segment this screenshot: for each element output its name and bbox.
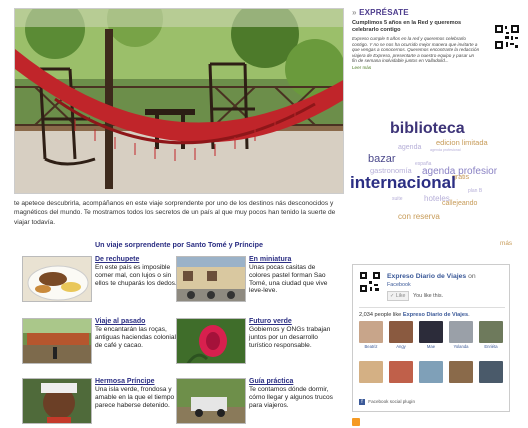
food-thumbnail-image — [23, 257, 91, 301]
article-item[interactable]: Futuro verde Gobiernos y ONGs trabajan j… — [176, 318, 346, 376]
thumbs-up-icon: ✓ — [390, 293, 395, 299]
fb-fan-name[interactable]: Beatriz — [359, 344, 383, 349]
expresate-panel: » EXPRÉSATE Cumplimos 5 años en la Red y… — [352, 8, 522, 70]
fb-count-text: 2,034 people like — [359, 312, 402, 318]
intro-paragraph: te apetece descubrirla, acompáñanos en e… — [14, 200, 336, 226]
article-title[interactable]: Futuro verde — [249, 318, 337, 326]
tag-link[interactable]: biblioteca — [390, 120, 465, 138]
street-thumbnail-image — [177, 257, 245, 301]
article-desc: Te encantarán las roças, antiguas hacien… — [95, 326, 183, 349]
expresate-title[interactable]: » EXPRÉSATE — [352, 8, 522, 17]
article-item[interactable]: Guía práctica Te contamos dónde dormir, … — [176, 378, 346, 428]
fb-you-like-text: You like this. — [413, 293, 444, 299]
fb-fan-name[interactable]: Yolanda — [449, 344, 473, 349]
car-thumbnail-image — [177, 379, 245, 423]
article-title[interactable]: En miniatura — [249, 256, 337, 264]
fb-fan-name[interactable]: Angy — [389, 344, 413, 349]
divider — [359, 307, 505, 308]
article-item[interactable]: De rechupete En este país es imposible c… — [22, 256, 192, 314]
article-desc: Una isla verde, frondosa y amable en la … — [95, 386, 175, 409]
fb-fan-name[interactable]: Mae — [419, 344, 443, 349]
article-title[interactable]: De rechupete — [95, 256, 183, 264]
facebook-like-box: Expreso Diario de Viajes on Facebook ✓ L… — [352, 264, 510, 412]
expresate-headline[interactable]: Cumplimos 5 años en la Red y queremos ce… — [352, 20, 472, 34]
rss-icon[interactable] — [352, 418, 360, 426]
article-title[interactable]: Viaje al pasado — [95, 318, 183, 326]
article-item[interactable]: En miniatura Unas pocas casitas de color… — [176, 256, 346, 314]
fb-like-label: Like — [395, 293, 406, 299]
tag-link[interactable]: agenda — [398, 144, 421, 151]
fb-page-name[interactable]: Expreso Diario de Viajes — [387, 273, 466, 280]
article-item[interactable]: Hermosa Príncipe Una isla verde, frondos… — [22, 378, 192, 428]
page-logo-icon[interactable] — [359, 271, 381, 293]
fb-on-text: on — [468, 273, 476, 280]
portrait-thumbnail-image — [23, 379, 91, 423]
tag-link[interactable]: agenda profesional — [430, 148, 461, 152]
fb-fan-avatar[interactable]: Beatriz — [359, 321, 383, 349]
section-title: Un viaje sorprendente por Santo Tomé y P… — [94, 240, 263, 249]
fb-fan-avatar[interactable] — [479, 361, 503, 389]
tag-link[interactable]: internacional — [350, 173, 456, 193]
fb-count-page[interactable]: Expreso Diario de Viajes — [403, 312, 468, 318]
flower-thumbnail[interactable] — [176, 318, 246, 364]
expresate-title-text: EXPRÉSATE — [359, 8, 409, 17]
fb-fan-avatar[interactable] — [449, 361, 473, 389]
tag-link[interactable]: edicion limitada — [436, 138, 488, 147]
article-title[interactable]: Guía práctica — [249, 378, 337, 386]
fb-fan-avatar[interactable] — [389, 361, 413, 389]
tag-link[interactable]: suite — [392, 196, 403, 202]
fb-fan-avatar[interactable] — [359, 361, 383, 389]
article-desc: En este país es imposible comer mal, con… — [95, 264, 177, 287]
fb-like-button[interactable]: ✓ Like — [387, 291, 409, 301]
plantation-thumbnail-image — [23, 319, 91, 363]
article-title[interactable]: Hermosa Príncipe — [95, 378, 183, 386]
fb-fan-avatar[interactable]: Yolanda — [449, 321, 473, 349]
car-thumbnail[interactable] — [176, 378, 246, 424]
double-chevron-icon: » — [352, 8, 357, 17]
qr-code-icon — [494, 24, 520, 50]
article-desc: Gobiernos y ONGs trabajan juntos por un … — [249, 326, 331, 349]
fb-plugin-label: Facebook social plugin — [368, 399, 416, 404]
street-thumbnail[interactable] — [176, 256, 246, 302]
fb-fan-avatar[interactable]: Angy — [389, 321, 413, 349]
hero-photo — [14, 8, 344, 194]
article-item[interactable]: Viaje al pasado Te encantarán las roças,… — [22, 318, 192, 376]
hammock-veranda-image — [15, 9, 343, 193]
fb-fan-avatar[interactable] — [419, 361, 443, 389]
fb-like-count: 2,034 people like Expreso Diario de Viaj… — [359, 312, 470, 318]
tag-link[interactable]: plan B — [468, 188, 482, 194]
tag-link[interactable]: con reserva — [398, 212, 440, 221]
article-desc: Te contamos dónde dormir, cómo llegar y … — [249, 386, 333, 409]
tag-cloud: biblioteca edicion limitada agenda agend… — [350, 118, 528, 230]
plantation-thumbnail[interactable] — [22, 318, 92, 364]
fb-fan-avatar[interactable]: Enriéta — [479, 321, 503, 349]
fb-site-link[interactable]: Facebook — [387, 282, 411, 288]
fb-fan-name[interactable]: Enriéta — [479, 344, 503, 349]
facebook-icon: f — [359, 399, 365, 405]
fb-fan-avatar[interactable]: Mae — [419, 321, 443, 349]
tag-link[interactable]: callejeando — [442, 200, 477, 207]
read-more-link[interactable]: Leer más — [352, 65, 522, 70]
more-link[interactable]: más — [500, 240, 512, 247]
food-thumbnail[interactable] — [22, 256, 92, 302]
portrait-thumbnail[interactable] — [22, 378, 92, 424]
expresate-body: Expreso cumple 5 años en la red y querem… — [352, 36, 480, 64]
article-desc: Unas pocas casitas de colores pastel for… — [249, 264, 328, 295]
tag-link[interactable]: bazar — [368, 153, 396, 165]
fb-social-plugin[interactable]: f Facebook social plugin — [359, 399, 415, 405]
flower-thumbnail-image — [177, 319, 245, 363]
